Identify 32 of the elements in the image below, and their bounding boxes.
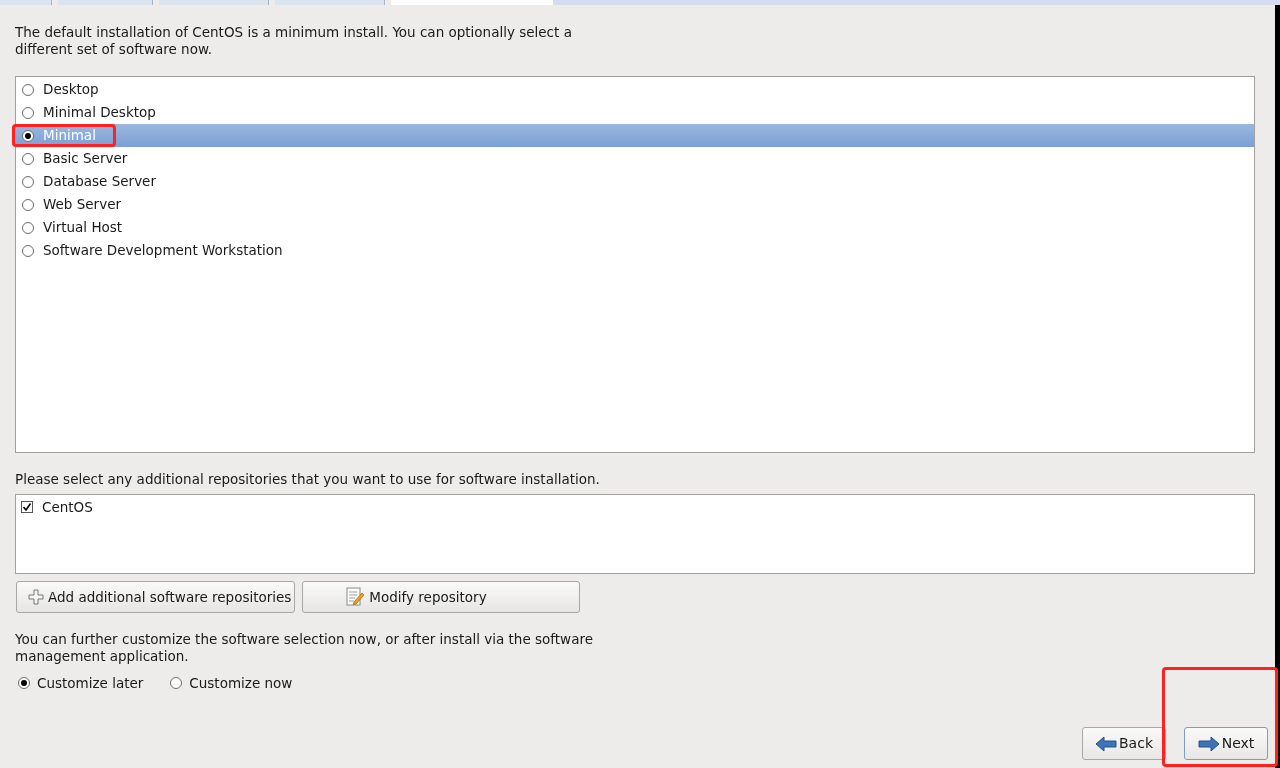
software-set-option[interactable]: Desktop [16,78,1254,101]
radio-button[interactable] [22,106,34,119]
plus-icon [28,589,44,605]
right-arrow-icon [1197,735,1220,752]
repository-label: CentOS [42,497,93,517]
software-set-option[interactable]: Database Server [16,170,1254,193]
radio-label: Customize later [37,674,144,693]
software-set-option[interactable]: Software Development Workstation [16,239,1254,262]
repositories-prompt: Please select any additional repositories that you want to use for software installation. [15,471,601,488]
add-repositories-button[interactable]: Add additional software repositories [16,581,295,613]
left-arrow-icon [1095,735,1117,752]
radio-button[interactable] [22,221,34,234]
radio-label: Customize now [189,674,293,693]
radio-button[interactable] [18,677,30,690]
radio-button[interactable] [22,244,34,257]
back-button[interactable]: Back [1082,727,1166,760]
software-set-option[interactable]: Web Server [16,193,1254,216]
software-set-option[interactable]: Basic Server [16,147,1254,170]
next-button[interactable]: Next [1184,727,1268,760]
radio-button[interactable] [170,677,183,690]
radio-button[interactable] [22,152,34,165]
checkbox[interactable] [21,501,33,513]
radio-button[interactable] [22,198,34,211]
software-set-option[interactable]: Minimal Desktop [16,101,1254,124]
radio-button[interactable] [22,129,34,142]
software-set-option[interactable]: Virtual Host [16,216,1254,239]
modify-repository-button[interactable]: Modify repository [302,581,580,613]
radio-button[interactable] [22,83,34,96]
intro-text: The default installation of CentOS is a minimum install. You can optionally select a different set of software now. [15,24,573,58]
document-pencil-icon [345,587,366,607]
radio-button[interactable] [22,175,34,188]
customize-prompt: You can further customize the software selection now, or after install via the software management application. [15,631,594,665]
